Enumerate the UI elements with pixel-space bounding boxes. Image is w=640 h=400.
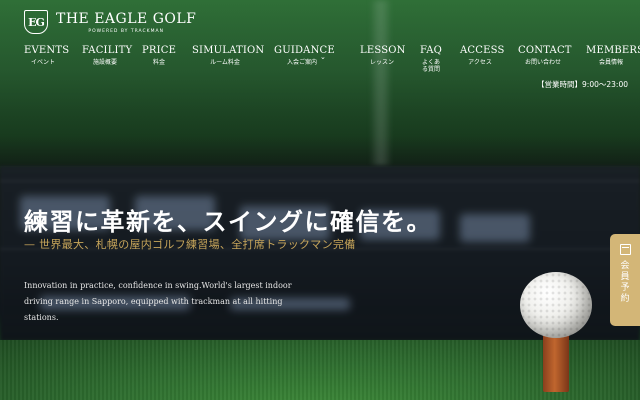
nav-label: CONTACT	[518, 45, 572, 56]
brand-subtitle: POWERED BY TRACKMAN	[88, 28, 164, 34]
nav-sublabel: アクセス	[468, 59, 492, 66]
nav-item-access[interactable]: ACCESS アクセス	[460, 45, 505, 66]
member-reservation-label: 会員予約	[620, 261, 630, 304]
golf-ball	[520, 272, 592, 338]
nav-sublabel: 施設概要	[92, 59, 117, 66]
eagle-logo-icon: EG	[24, 10, 48, 34]
nav-sublabel: よくある質問	[421, 59, 440, 73]
member-reservation-button[interactable]: 会員予約	[610, 234, 640, 326]
nav-label: PRICE	[142, 45, 177, 56]
nav-label: EVENTS	[24, 45, 70, 56]
nav-label: FAQ	[419, 45, 443, 56]
logo-text: THE EAGLE GOLF POWERED BY TRACKMAN	[56, 11, 196, 34]
calendar-icon	[619, 244, 631, 255]
nav-item-lesson[interactable]: LESSON レッスン	[360, 45, 406, 66]
nav-item-faq[interactable]: FAQ よくある質問	[418, 45, 444, 73]
nav-item-members[interactable]: MEMBERS 会員情報	[586, 45, 640, 66]
nav-label: ACCESS	[460, 45, 505, 56]
nav-item-contact[interactable]: CONTACT お問い合わせ	[518, 45, 572, 66]
hero-subheadline: — 世界最大、札幌の屋内ゴルフ練習場、全打席トラックマン完備	[24, 238, 356, 251]
nav-sublabel: お問い合わせ	[524, 59, 561, 66]
nav-sublabel: 料金	[152, 59, 165, 66]
brand-title: THE EAGLE GOLF	[56, 10, 197, 27]
golf-tee	[543, 330, 569, 392]
nav-sublabel: ルーム料金	[210, 59, 240, 66]
nav-label: FACILITY	[82, 45, 133, 56]
nav-item-simulation[interactable]: SIMULATION ルーム料金	[192, 45, 265, 66]
hero-description: Innovation in practice, confidence in sw…	[24, 281, 292, 322]
hero-pole	[372, 0, 390, 166]
main-nav: EVENTS イベント FACILITY 施設概要 PRICE 料金 SIMUL…	[18, 45, 640, 73]
nav-item-price[interactable]: PRICE 料金	[142, 45, 176, 66]
hero-headline: 練習に革新を、スイングに確信を。	[24, 207, 432, 236]
nav-sublabel: レッスン	[369, 59, 394, 66]
site-logo[interactable]: EG THE EAGLE GOLF POWERED BY TRACKMAN	[24, 10, 196, 34]
nav-sublabel: 会員情報	[598, 59, 623, 66]
nav-item-events[interactable]: EVENTS イベント	[24, 45, 70, 66]
nav-label: LESSON	[360, 45, 406, 56]
business-hours: 【営業時間】9:00～23:00	[537, 80, 628, 89]
nav-item-facility[interactable]: FACILITY 施設概要	[82, 45, 133, 66]
nav-label: MEMBERS	[586, 45, 640, 56]
chevron-down-icon[interactable]: ⌄	[320, 53, 326, 61]
nav-sublabel: イベント	[30, 59, 55, 66]
nav-label: SIMULATION	[192, 45, 265, 56]
